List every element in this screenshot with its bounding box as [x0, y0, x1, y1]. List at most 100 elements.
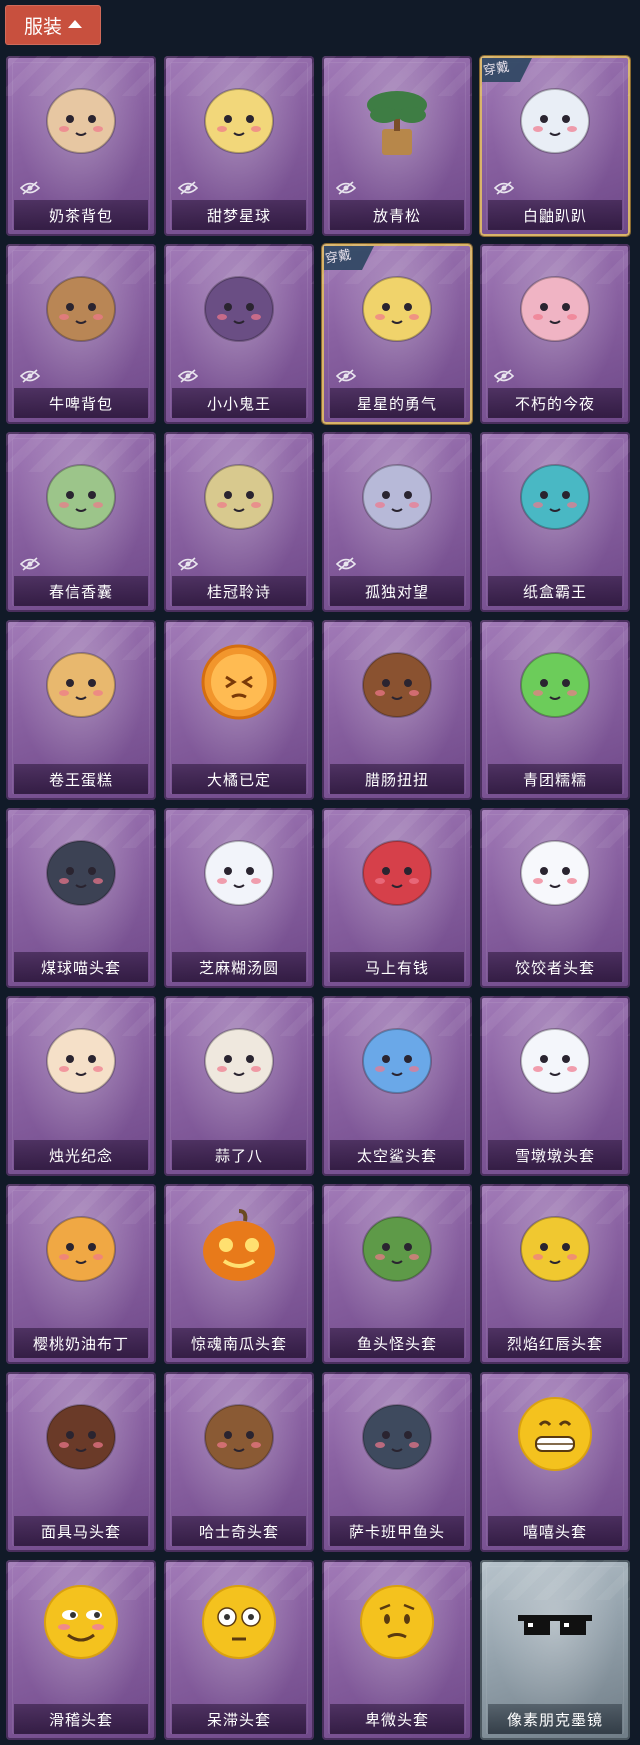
- costume-item-name: 桂冠聆诗: [172, 576, 306, 606]
- funny-emoji-head-icon: [38, 1579, 124, 1665]
- hidden-eye-icon[interactable]: [177, 556, 199, 571]
- costume-item-name: 太空鲨头套: [330, 1140, 464, 1170]
- little-ghost-king-icon: [196, 263, 282, 349]
- costume-item-name: 像素朋克墨镜: [488, 1704, 622, 1734]
- roll-cake-icon: [38, 639, 124, 725]
- horse-mask-icon: [38, 1391, 124, 1477]
- costume-item-card[interactable]: 煤球喵头套: [6, 808, 156, 988]
- costume-item-card[interactable]: 牛啤背包: [6, 244, 156, 424]
- costume-item-name: 哈士奇头套: [172, 1516, 306, 1546]
- sesame-dumpling-icon: [196, 827, 282, 913]
- costume-item-card[interactable]: 惊魂南瓜头套: [164, 1184, 314, 1364]
- costume-item-card[interactable]: 纸盒霸王: [480, 432, 630, 612]
- costume-item-card[interactable]: 呆滞头套: [164, 1560, 314, 1740]
- hidden-eye-icon[interactable]: [19, 368, 41, 383]
- hidden-eye-icon[interactable]: [177, 368, 199, 383]
- costume-item-name: 小小鬼王: [172, 388, 306, 418]
- costume-item-card[interactable]: 青团糯糯: [480, 620, 630, 800]
- costume-item-card[interactable]: 卑微头套: [322, 1560, 472, 1740]
- hidden-eye-icon[interactable]: [493, 368, 515, 383]
- costume-item-card[interactable]: 像素朋克墨镜: [480, 1560, 630, 1740]
- costume-item-card[interactable]: 孤独对望: [322, 432, 472, 612]
- costume-item-name: 腊肠扭扭: [330, 764, 464, 794]
- costume-item-name: 萨卡班甲鱼头: [330, 1516, 464, 1546]
- costume-item-card[interactable]: 饺饺者头套: [480, 808, 630, 988]
- costume-item-card[interactable]: 雪墩墩头套: [480, 996, 630, 1176]
- hidden-eye-icon[interactable]: [335, 556, 357, 571]
- costume-item-card[interactable]: 萨卡班甲鱼头: [322, 1372, 472, 1552]
- costume-item-name: 惊魂南瓜头套: [172, 1328, 306, 1358]
- cow-beer-backpack-icon: [38, 263, 124, 349]
- costume-item-name: 大橘已定: [172, 764, 306, 794]
- dazed-emoji-head-icon: [196, 1579, 282, 1665]
- milk-tea-backpack-icon: [38, 75, 124, 161]
- costume-item-card[interactable]: 不朽的今夜: [480, 244, 630, 424]
- costume-item-card[interactable]: 樱桃奶油布丁: [6, 1184, 156, 1364]
- costume-tab[interactable]: 服装: [5, 5, 101, 45]
- costume-item-name: 奶茶背包: [14, 200, 148, 230]
- costume-item-name: 面具马头套: [14, 1516, 148, 1546]
- costume-item-name: 滑稽头套: [14, 1704, 148, 1734]
- immortal-tonight-icon: [512, 263, 598, 349]
- costume-item-name: 卷王蛋糕: [14, 764, 148, 794]
- costume-item-card[interactable]: 烈焰红唇头套: [480, 1184, 630, 1364]
- costume-item-card[interactable]: 卷王蛋糕: [6, 620, 156, 800]
- costume-item-name: 放青松: [330, 200, 464, 230]
- laurel-poem-icon: [196, 451, 282, 537]
- costume-item-name: 鱼头怪头套: [330, 1328, 464, 1358]
- space-shark-head-icon: [354, 1015, 440, 1101]
- star-courage-icon: [354, 263, 440, 349]
- costume-item-name: 纸盒霸王: [488, 576, 622, 606]
- husky-head-icon: [196, 1391, 282, 1477]
- costume-item-card[interactable]: 春信香囊: [6, 432, 156, 612]
- costume-item-name: 不朽的今夜: [488, 388, 622, 418]
- costume-item-card[interactable]: 滑稽头套: [6, 1560, 156, 1740]
- costume-item-card[interactable]: 太空鲨头套: [322, 996, 472, 1176]
- chevron-up-icon: [68, 20, 82, 28]
- costume-item-card[interactable]: 蒜了八: [164, 996, 314, 1176]
- costume-item-card[interactable]: 面具马头套: [6, 1372, 156, 1552]
- costume-item-card[interactable]: 穿戴 白鼬趴趴: [480, 56, 630, 236]
- costume-item-name: 马上有钱: [330, 952, 464, 982]
- costume-item-card[interactable]: 马上有钱: [322, 808, 472, 988]
- costume-item-name: 甜梦星球: [172, 200, 306, 230]
- garlic-head-icon: [196, 1015, 282, 1101]
- costume-item-card[interactable]: 桂冠聆诗: [164, 432, 314, 612]
- hidden-eye-icon[interactable]: [177, 180, 199, 195]
- costume-item-card[interactable]: 芝麻糊汤圆: [164, 808, 314, 988]
- pixel-sunglasses-icon: [512, 1579, 598, 1665]
- costume-item-name: 牛啤背包: [14, 388, 148, 418]
- costume-item-name: 煤球喵头套: [14, 952, 148, 982]
- costume-item-card[interactable]: 奶茶背包: [6, 56, 156, 236]
- costume-item-card[interactable]: 腊肠扭扭: [322, 620, 472, 800]
- sweet-dream-moon-icon: [196, 75, 282, 161]
- black-cat-head-icon: [38, 827, 124, 913]
- lonely-gaze-icon: [354, 451, 440, 537]
- humble-emoji-head-icon: [354, 1579, 440, 1665]
- cherry-pudding-icon: [38, 1203, 124, 1289]
- costume-item-name: 孤独对望: [330, 576, 464, 606]
- costume-item-card[interactable]: 放青松: [322, 56, 472, 236]
- costume-item-name: 卑微头套: [330, 1704, 464, 1734]
- hidden-eye-icon[interactable]: [335, 180, 357, 195]
- candle-head-icon: [38, 1015, 124, 1101]
- costume-item-name: 雪墩墩头套: [488, 1140, 622, 1170]
- costume-item-card[interactable]: 大橘已定: [164, 620, 314, 800]
- costume-item-card[interactable]: 嘻嘻头套: [480, 1372, 630, 1552]
- spring-sachet-icon: [38, 451, 124, 537]
- costume-item-card[interactable]: 穿戴 星星的勇气: [322, 244, 472, 424]
- hidden-eye-icon[interactable]: [19, 180, 41, 195]
- grinning-emoji-head-icon: [512, 1391, 598, 1477]
- bonsai-pine-icon: [354, 75, 440, 161]
- hidden-eye-icon[interactable]: [493, 180, 515, 195]
- costume-item-card[interactable]: 鱼头怪头套: [322, 1184, 472, 1364]
- fish-head-monster-icon: [354, 1203, 440, 1289]
- costume-item-card[interactable]: 烛光纪念: [6, 996, 156, 1176]
- costume-item-card[interactable]: 甜梦星球: [164, 56, 314, 236]
- costume-grid: 奶茶背包 甜梦星球 放青松 穿戴 白鼬趴趴牛啤背包 小小鬼王 穿戴 星星的勇气 不朽的今夜春信香…: [6, 56, 630, 1740]
- costume-item-card[interactable]: 小小鬼王: [164, 244, 314, 424]
- costume-item-name: 呆滞头套: [172, 1704, 306, 1734]
- hidden-eye-icon[interactable]: [19, 556, 41, 571]
- costume-item-card[interactable]: 哈士奇头套: [164, 1372, 314, 1552]
- hidden-eye-icon[interactable]: [335, 368, 357, 383]
